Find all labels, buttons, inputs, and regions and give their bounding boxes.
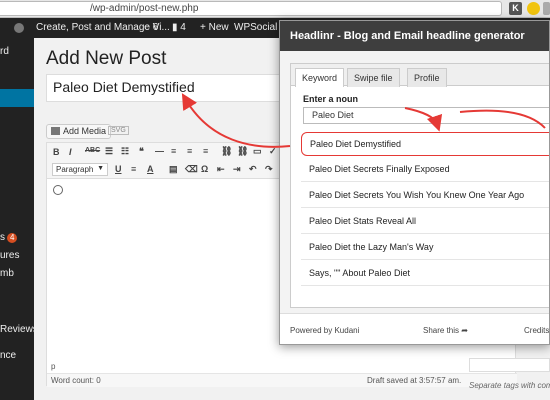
numbered-list-icon[interactable]: ☷ (121, 146, 129, 157)
k-extension-icon[interactable]: K (509, 2, 522, 15)
extension-icon[interactable] (527, 2, 540, 15)
spellcheck-icon[interactable]: ✓ (269, 146, 277, 157)
headline-item[interactable]: Paleo Diet Stats Reveal All (301, 210, 549, 234)
italic-button[interactable]: I (69, 147, 72, 157)
special-character-icon[interactable]: Ω (201, 164, 208, 174)
sidebar-item-reviews[interactable]: Reviews (0, 324, 34, 335)
bold-button[interactable]: B (53, 147, 60, 157)
editor-status-bar: Word count: 0 Draft saved at 3:57:57 am. (47, 373, 517, 387)
sidebar-item-thumb[interactable]: mb (0, 268, 14, 279)
add-media-label: Add Media (63, 126, 107, 136)
bullet-list-icon[interactable]: ☰ (105, 146, 113, 157)
headline-item[interactable]: Paleo Diet the Lazy Man's Way (301, 236, 549, 260)
comments-count-badge: 4 (7, 233, 18, 243)
admin-sidebar: rd s4 ures mb Reviews nce (0, 38, 34, 400)
tags-help-text: Separate tags with commo (469, 381, 550, 390)
outdent-icon[interactable]: ⇤ (217, 164, 225, 175)
tags-input[interactable] (469, 358, 550, 372)
target-icon[interactable] (53, 185, 63, 195)
admin-bar-wpsocial[interactable]: WPSocial (234, 22, 277, 33)
paragraph-format-select[interactable]: Paragraph ▼ (52, 163, 108, 176)
site-icon[interactable] (14, 23, 24, 33)
browser-menu-icon[interactable] (543, 2, 550, 15)
headlinr-popup: Headlinr - Blog and Email headline gener… (279, 20, 550, 345)
element-path: p (51, 362, 56, 371)
admin-bar-updates[interactable]: ▮ 4 (172, 22, 186, 33)
admin-bar-new[interactable]: + New (200, 22, 229, 33)
clear-formatting-icon[interactable]: ⌫ (185, 164, 198, 175)
page-title: Add New Post (46, 48, 167, 69)
strikethrough-button[interactable]: ABC (85, 147, 100, 154)
sidebar-item-comments[interactable]: s4 (0, 232, 18, 243)
paragraph-format-value: Paragraph (56, 165, 94, 174)
noun-input[interactable]: Paleo Diet (303, 107, 549, 124)
admin-bar-comments[interactable]: ◌ 6 (144, 22, 158, 33)
noun-label: Enter a noun (303, 94, 359, 104)
chevron-down-icon: ▼ (97, 165, 104, 172)
unlink-icon[interactable]: ⛓ (237, 146, 248, 157)
popup-body: Keyword Swipe file Profile Enter a noun … (280, 51, 549, 313)
draft-saved-status: Draft saved at 3:57:57 am. (367, 376, 462, 385)
align-center-icon[interactable]: ≡ (187, 146, 192, 156)
blockquote-icon[interactable]: ❝ (139, 146, 144, 157)
headline-item[interactable]: Paleo Diet Secrets You Wish You Knew One… (301, 184, 549, 208)
indent-icon[interactable]: ⇥ (233, 164, 241, 175)
paste-text-icon[interactable]: ▤ (169, 164, 178, 175)
justify-icon[interactable]: ≡ (131, 164, 136, 174)
sidebar-item-appearance[interactable]: nce (0, 350, 16, 361)
credits-link[interactable]: Credits (524, 326, 549, 335)
word-count: Word count: 0 (51, 376, 101, 385)
add-media-button[interactable]: Add Media (46, 124, 112, 139)
tab-profile[interactable]: Profile (407, 68, 447, 87)
powered-by-label: Powered by Kudani (290, 326, 360, 335)
undo-icon[interactable]: ↶ (249, 164, 257, 175)
sidebar-item-dashboard[interactable]: rd (0, 46, 9, 57)
underline-button[interactable]: U (115, 164, 122, 174)
headline-item[interactable]: Paleo Diet Secrets Finally Exposed (301, 158, 549, 182)
headline-item[interactable]: Says, "" About Paleo Diet (301, 262, 549, 286)
headline-item[interactable]: Paleo Diet Demystified (301, 132, 549, 156)
popup-footer: Powered by Kudani Share this ➦ Credits (280, 313, 549, 344)
sidebar-item-label: s (0, 232, 5, 243)
align-left-icon[interactable]: ≡ (171, 146, 176, 156)
share-link[interactable]: Share this ➦ (423, 326, 468, 335)
generator-panel: Keyword Swipe file Profile Enter a noun … (290, 63, 549, 308)
align-right-icon[interactable]: ≡ (203, 146, 208, 156)
tab-keyword[interactable]: Keyword (295, 68, 345, 87)
browser-toolbar: /wp-admin/post-new.php K (0, 0, 550, 18)
read-more-icon[interactable]: ▭ (253, 146, 262, 157)
sidebar-item-features[interactable]: ures (0, 250, 19, 261)
horizontal-line-icon[interactable]: — (155, 146, 164, 156)
insert-link-icon[interactable]: ⛓ (221, 146, 232, 157)
tab-bar: Keyword Swipe file Profile (291, 64, 549, 87)
text-color-icon[interactable]: A (147, 164, 154, 174)
sidebar-item-posts-active[interactable] (0, 89, 34, 107)
tab-swipe-file[interactable]: Swipe file (347, 68, 400, 87)
address-bar[interactable]: /wp-admin/post-new.php (0, 1, 502, 16)
popup-title: Headlinr - Blog and Email headline gener… (280, 21, 549, 51)
media-icon (51, 127, 60, 135)
editor-chip[interactable]: SVG (108, 126, 129, 135)
redo-icon[interactable]: ↷ (265, 164, 273, 175)
